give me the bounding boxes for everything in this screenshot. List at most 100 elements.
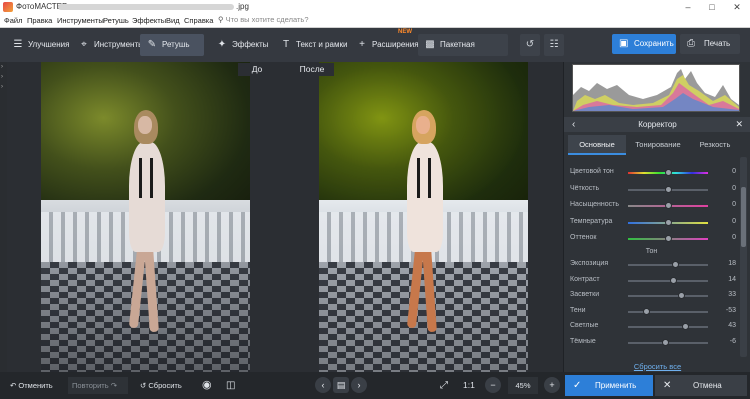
slider-row: Экспозиция 18 (570, 258, 736, 272)
menu-file[interactable]: Файл (4, 16, 22, 25)
eye-icon[interactable]: ◉ (202, 377, 212, 394)
batch-icon: ▩ (425, 39, 435, 50)
slider-knob[interactable] (671, 261, 679, 268)
zoom-actual-size[interactable]: 1:1 (463, 377, 475, 394)
corrector-panel: ‹ Корректор ✕ Основные Тонирование Резко… (563, 62, 750, 372)
slider-value: 0 (732, 168, 736, 175)
tab-extensions[interactable]: + Расширения NEW (350, 29, 418, 56)
new-badge: NEW (398, 29, 412, 35)
slider-track[interactable] (628, 292, 708, 299)
close-icon[interactable]: ✕ (735, 117, 743, 132)
prev-image-icon[interactable]: ‹ (315, 377, 331, 393)
slider-knob[interactable] (664, 235, 672, 242)
leg (144, 247, 159, 333)
compare-split-icon[interactable]: ◫ (226, 377, 235, 394)
slider-label: Насыщенность (570, 201, 620, 208)
slider-knob[interactable] (664, 218, 672, 226)
print-button[interactable]: ⎙ Печать (680, 34, 740, 54)
folder-icon[interactable]: ▤ (333, 377, 349, 393)
save-label: Сохранить (634, 39, 674, 48)
tab-label: Текст и рамки (296, 40, 348, 49)
slider-knob[interactable] (664, 202, 672, 209)
dress-straps (417, 158, 431, 198)
reset-all-link[interactable]: Сбросить все (564, 362, 750, 371)
slider-track[interactable] (628, 323, 708, 330)
back-chevron-icon[interactable]: ‹ (572, 117, 575, 132)
redo-button[interactable]: Повторить ↷ (68, 377, 128, 394)
slider-value: 33 (728, 291, 736, 298)
undo-button[interactable]: ↶ Отменить (10, 377, 53, 394)
minimize-icon[interactable]: – (676, 0, 700, 14)
slider-knob[interactable] (662, 338, 670, 346)
slider-label: Тёмные (570, 337, 596, 345)
reset-button[interactable]: ↺ Сбросить (140, 377, 182, 394)
corrector-header: ‹ Корректор ✕ (564, 117, 750, 132)
menu-edit[interactable]: Правка (27, 16, 52, 25)
cancel-button[interactable]: ✕ Отмена (655, 375, 747, 396)
tab-label: Инструменты (94, 40, 144, 49)
slider-track[interactable] (628, 338, 708, 346)
before-label: До (238, 63, 276, 76)
slider-label: Температура (570, 217, 613, 225)
panel-scrollbar[interactable] (740, 157, 747, 357)
adjust-presets-icon[interactable]: ☷ (544, 34, 564, 56)
menu-help[interactable]: Справка (184, 16, 213, 25)
maximize-icon[interactable]: □ (700, 0, 724, 14)
slider-knob[interactable] (664, 169, 672, 176)
fit-screen-icon[interactable]: ⤢ (440, 377, 448, 394)
slider-track[interactable] (628, 307, 708, 315)
menu-view[interactable]: Вид (166, 16, 180, 25)
slider-knob[interactable] (681, 323, 689, 330)
slider-value: 0 (732, 217, 736, 225)
slider-knob[interactable] (664, 185, 672, 193)
zoom-level[interactable]: 45% (508, 377, 538, 394)
tab-effects[interactable]: ✦ Эффекты (210, 34, 272, 56)
tab-basic[interactable]: Основные (568, 135, 626, 155)
slider-value: 0 (732, 184, 736, 192)
file-extension: .jpg (236, 2, 249, 11)
slider-value: -6 (729, 337, 736, 345)
slider-track[interactable] (628, 169, 708, 176)
slider-track[interactable] (628, 276, 708, 284)
apply-label: Применить (595, 381, 637, 390)
zoom-out-icon[interactable]: − (485, 377, 501, 393)
tab-retouch[interactable]: ✎ Ретушь (140, 34, 204, 56)
chevron-right-icon: › (1, 64, 3, 70)
tab-tools[interactable]: ⌖ Инструменты (72, 34, 144, 56)
left-panel-toggle[interactable]: › › › (0, 62, 7, 372)
slider-track[interactable] (628, 261, 708, 268)
slider-track[interactable] (628, 218, 708, 226)
tab-enhancements[interactable]: ☰ Улучшения (6, 34, 70, 56)
zoom-in-icon[interactable]: + (544, 377, 560, 393)
slider-knob[interactable] (670, 276, 678, 284)
slider-row: Чёткость 0 (570, 183, 736, 197)
close-window-icon[interactable]: ✕ (725, 0, 749, 14)
before-photo[interactable] (41, 62, 250, 372)
search-field[interactable]: ⚲ Что вы хотите сделать? (218, 15, 328, 26)
menu-effects[interactable]: Эффекты (132, 16, 166, 25)
apply-button[interactable]: ✓ Применить (565, 375, 653, 396)
next-image-icon[interactable]: › (351, 377, 367, 393)
brush-icon: ✎ (147, 39, 157, 50)
slider-track[interactable] (628, 202, 708, 209)
menu-tools[interactable]: Инструменты (57, 16, 104, 25)
leg (422, 247, 437, 333)
tab-batch[interactable]: ▩ Пакетная обработка (418, 34, 508, 71)
slider-value: 14 (728, 275, 736, 283)
slider-row: Контраст 14 (570, 274, 736, 288)
slider-knob[interactable] (677, 292, 685, 299)
slider-track[interactable] (628, 185, 708, 193)
scrollbar-thumb[interactable] (741, 187, 746, 247)
chevron-right-icon: › (1, 74, 3, 80)
slider-knob[interactable] (643, 307, 651, 315)
menu-bar: Файл Правка Инструменты Ретушь Эффекты В… (0, 14, 750, 28)
tab-text-frames[interactable]: T Текст и рамки (274, 34, 348, 56)
menu-retouch[interactable]: Ретушь (103, 16, 129, 25)
tab-toning[interactable]: Тонирование (628, 135, 688, 155)
tab-sharpness[interactable]: Резкость (690, 135, 740, 155)
slider-label: Светлые (570, 322, 599, 329)
slider-track[interactable] (628, 235, 708, 242)
save-button[interactable]: ▣ Сохранить (612, 34, 676, 54)
history-icon[interactable]: ↺ (520, 34, 540, 56)
after-photo[interactable] (319, 62, 528, 372)
